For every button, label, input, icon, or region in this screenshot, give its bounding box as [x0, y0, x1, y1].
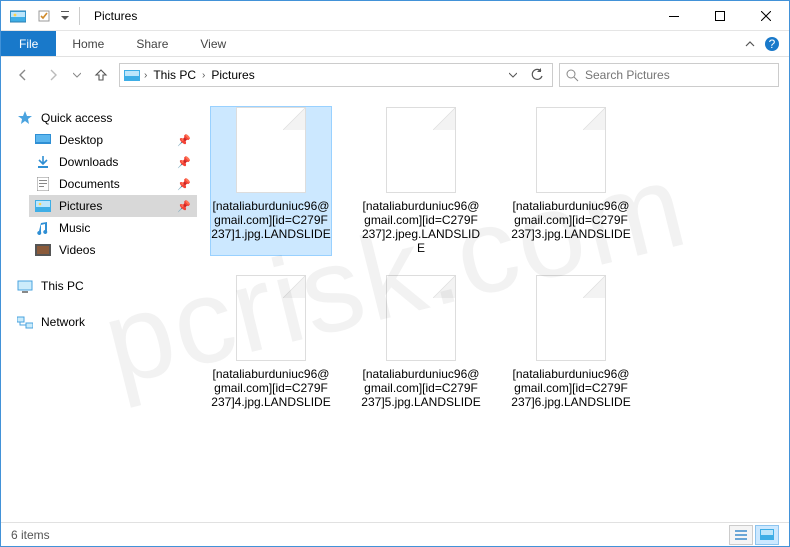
- qat-pin-icon[interactable]: [33, 5, 55, 27]
- desktop-icon: [35, 132, 51, 148]
- title-separator: [79, 7, 80, 25]
- chevron-right-icon[interactable]: ›: [142, 70, 149, 81]
- sidebar-item-label: Videos: [59, 243, 95, 257]
- chevron-right-icon[interactable]: ›: [200, 70, 207, 81]
- file-label: [nataliaburduniuc96@gmail.com][id=C279F2…: [211, 367, 331, 409]
- breadcrumb-root[interactable]: This PC: [151, 68, 198, 82]
- sidebar-item-label: Quick access: [41, 111, 112, 125]
- sidebar-this-pc[interactable]: This PC: [11, 275, 197, 297]
- file-item[interactable]: [nataliaburduniuc96@gmail.com][id=C279F2…: [211, 107, 331, 255]
- file-label: [nataliaburduniuc96@gmail.com][id=C279F2…: [511, 199, 631, 241]
- file-thumb: [236, 275, 306, 361]
- qat-dropdown-icon[interactable]: [59, 5, 71, 27]
- sidebar-item-label: Music: [59, 221, 90, 235]
- pin-icon: 📌: [177, 200, 191, 213]
- file-thumb: [236, 107, 306, 193]
- search-icon: [566, 69, 579, 82]
- file-pane[interactable]: [nataliaburduniuc96@gmail.com][id=C279F2…: [201, 93, 789, 522]
- pc-icon: [17, 278, 33, 294]
- documents-icon: [35, 176, 51, 192]
- sidebar-item-label: Pictures: [59, 199, 102, 213]
- file-thumb: [386, 107, 456, 193]
- file-item[interactable]: [nataliaburduniuc96@gmail.com][id=C279F2…: [211, 275, 331, 409]
- app-icon: [7, 5, 29, 27]
- pin-icon: 📌: [177, 178, 191, 191]
- search-box[interactable]: [559, 63, 779, 87]
- refresh-icon[interactable]: [526, 64, 548, 86]
- sidebar-item-desktop[interactable]: Desktop 📌: [29, 129, 197, 151]
- ribbon-expand-icon[interactable]: [737, 31, 763, 56]
- sidebar-item-videos[interactable]: Videos: [29, 239, 197, 261]
- file-thumb: [386, 275, 456, 361]
- sidebar-item-label: This PC: [41, 279, 84, 293]
- status-count: 6 items: [11, 528, 50, 542]
- sidebar: Quick access Desktop 📌 Downloads 📌 Documen…: [1, 93, 201, 522]
- address-bar[interactable]: › This PC › Pictures: [119, 63, 553, 87]
- file-tab[interactable]: File: [1, 31, 56, 56]
- statusbar: 6 items: [1, 522, 789, 546]
- search-input[interactable]: [585, 68, 772, 82]
- up-button[interactable]: [89, 63, 113, 87]
- sidebar-item-label: Downloads: [59, 155, 118, 169]
- back-button[interactable]: [11, 63, 35, 87]
- icons-view-button[interactable]: [755, 525, 779, 545]
- downloads-icon: [35, 154, 51, 170]
- sidebar-item-label: Network: [41, 315, 85, 329]
- file-label: [nataliaburduniuc96@gmail.com][id=C279F2…: [361, 367, 481, 409]
- file-item[interactable]: [nataliaburduniuc96@gmail.com][id=C279F2…: [361, 107, 481, 255]
- file-item[interactable]: [nataliaburduniuc96@gmail.com][id=C279F2…: [511, 107, 631, 255]
- sidebar-item-label: Desktop: [59, 133, 103, 147]
- tab-view[interactable]: View: [184, 31, 242, 56]
- tab-home[interactable]: Home: [56, 31, 120, 56]
- details-view-button[interactable]: [729, 525, 753, 545]
- sidebar-item-documents[interactable]: Documents 📌: [29, 173, 197, 195]
- file-item[interactable]: [nataliaburduniuc96@gmail.com][id=C279F2…: [361, 275, 481, 409]
- videos-icon: [35, 242, 51, 258]
- breadcrumb-current[interactable]: Pictures: [209, 68, 256, 82]
- pictures-icon: [35, 198, 51, 214]
- titlebar: Pictures: [1, 1, 789, 31]
- star-icon: [17, 110, 33, 126]
- tab-share[interactable]: Share: [120, 31, 184, 56]
- file-thumb: [536, 275, 606, 361]
- music-icon: [35, 220, 51, 236]
- file-thumb: [536, 107, 606, 193]
- file-label: [nataliaburduniuc96@gmail.com][id=C279F2…: [211, 199, 331, 241]
- pin-icon: 📌: [177, 156, 191, 169]
- folder-icon: [124, 67, 140, 83]
- sidebar-item-pictures[interactable]: Pictures 📌: [29, 195, 197, 217]
- sidebar-quick-access[interactable]: Quick access: [11, 107, 197, 129]
- file-item[interactable]: [nataliaburduniuc96@gmail.com][id=C279F2…: [511, 275, 631, 409]
- minimize-button[interactable]: [651, 1, 697, 31]
- sidebar-item-music[interactable]: Music: [29, 217, 197, 239]
- sidebar-network[interactable]: Network: [11, 311, 197, 333]
- forward-button[interactable]: [41, 63, 65, 87]
- close-button[interactable]: [743, 1, 789, 31]
- recent-dropdown-icon[interactable]: [71, 63, 83, 87]
- sidebar-item-downloads[interactable]: Downloads 📌: [29, 151, 197, 173]
- pin-icon: 📌: [177, 134, 191, 147]
- file-label: [nataliaburduniuc96@gmail.com][id=C279F2…: [511, 367, 631, 409]
- file-label: [nataliaburduniuc96@gmail.com][id=C279F2…: [361, 199, 481, 255]
- navbar: › This PC › Pictures: [1, 57, 789, 93]
- address-dropdown-icon[interactable]: [502, 64, 524, 86]
- network-icon: [17, 314, 33, 330]
- maximize-button[interactable]: [697, 1, 743, 31]
- help-icon[interactable]: ?: [763, 31, 789, 56]
- svg-text:?: ?: [769, 37, 776, 51]
- sidebar-item-label: Documents: [59, 177, 120, 191]
- window-title: Pictures: [94, 9, 137, 23]
- ribbon: File Home Share View ?: [1, 31, 789, 57]
